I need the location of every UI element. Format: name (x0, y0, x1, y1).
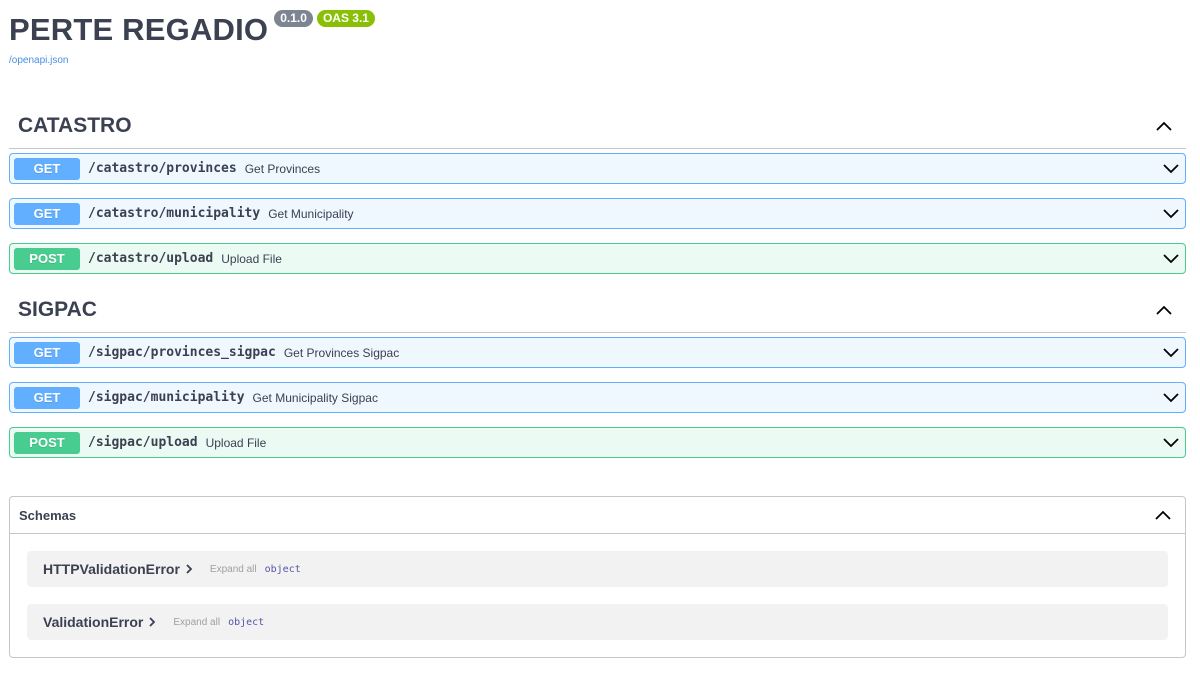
version-badge: 0.1.0 (274, 10, 313, 27)
method-badge: GET (14, 341, 80, 364)
chevron-right-icon[interactable] (186, 563, 196, 575)
method-badge: GET (14, 386, 80, 409)
chevron-down-icon[interactable] (1161, 204, 1181, 224)
method-badge: GET (14, 157, 80, 180)
tag-section-sigpac: SIGPAC GET /sigpac/provinces_sigpac Get … (9, 288, 1186, 458)
expand-all-button[interactable]: Expand all (210, 564, 257, 575)
chevron-down-icon[interactable] (1161, 249, 1181, 269)
operation-summary: Get Municipality Sigpac (252, 390, 378, 405)
chevron-down-icon[interactable] (1161, 433, 1181, 453)
tag-name: SIGPAC (18, 298, 97, 321)
model-http-validation-error[interactable]: HTTPValidationError Expand all object (27, 551, 1168, 587)
model-name: HTTPValidationError (43, 561, 180, 577)
operation-path: /catastro/upload (88, 251, 214, 266)
operation-get-sigpac-provinces[interactable]: GET /sigpac/provinces_sigpac Get Provinc… (9, 337, 1186, 368)
openapi-json-link[interactable]: /openapi.json (9, 55, 1200, 66)
operation-path: /sigpac/municipality (88, 390, 245, 405)
method-badge: POST (14, 431, 80, 454)
tag-header-catastro[interactable]: CATASTRO (9, 104, 1186, 149)
chevron-up-icon[interactable] (1153, 505, 1173, 525)
chevron-up-icon[interactable] (1154, 116, 1174, 136)
operation-post-sigpac-upload[interactable]: POST /sigpac/upload Upload File (9, 427, 1186, 458)
model-validation-error[interactable]: ValidationError Expand all object (27, 604, 1168, 640)
title-row: PERTE REGADIO 0.1.0 OAS 3.1 (9, 8, 1200, 48)
tag-section-catastro: CATASTRO GET /catastro/provinces Get Pro… (9, 104, 1186, 274)
tag-name: CATASTRO (18, 114, 132, 137)
page-title: PERTE REGADIO (9, 12, 269, 47)
model-name: ValidationError (43, 614, 144, 630)
schemas-section: Schemas HTTPValidationError Expand all o… (9, 496, 1186, 658)
operation-summary: Get Provinces (244, 161, 321, 176)
chevron-down-icon[interactable] (1161, 159, 1181, 179)
method-badge: GET (14, 202, 80, 225)
model-type: object (228, 616, 265, 628)
schemas-body: HTTPValidationError Expand all object Va… (10, 534, 1185, 640)
expand-all-button[interactable]: Expand all (173, 617, 220, 628)
operation-path: /sigpac/provinces_sigpac (88, 345, 276, 360)
chevron-right-icon[interactable] (149, 616, 159, 628)
model-type: object (264, 563, 301, 575)
method-badge: POST (14, 247, 80, 270)
chevron-up-icon[interactable] (1154, 300, 1174, 320)
operation-summary: Get Municipality (268, 206, 354, 221)
operation-summary: Get Provinces Sigpac (283, 345, 400, 360)
api-info: PERTE REGADIO 0.1.0 OAS 3.1 /openapi.jso… (0, 0, 1200, 104)
operation-get-sigpac-municipality[interactable]: GET /sigpac/municipality Get Municipalit… (9, 382, 1186, 413)
oas-badge: OAS 3.1 (316, 10, 375, 27)
tag-header-sigpac[interactable]: SIGPAC (9, 288, 1186, 333)
operation-get-catastro-provinces[interactable]: GET /catastro/provinces Get Provinces (9, 153, 1186, 184)
operation-summary: Upload File (221, 251, 282, 266)
schemas-title: Schemas (19, 507, 77, 523)
schemas-header[interactable]: Schemas (10, 497, 1185, 534)
operation-path: /catastro/provinces (88, 161, 237, 176)
operation-summary: Upload File (205, 435, 267, 450)
operation-post-catastro-upload[interactable]: POST /catastro/upload Upload File (9, 243, 1186, 274)
operation-get-catastro-municipality[interactable]: GET /catastro/municipality Get Municipal… (9, 198, 1186, 229)
operation-path: /sigpac/upload (88, 435, 198, 450)
chevron-down-icon[interactable] (1161, 388, 1181, 408)
chevron-down-icon[interactable] (1161, 343, 1181, 363)
operation-path: /catastro/municipality (88, 206, 261, 221)
